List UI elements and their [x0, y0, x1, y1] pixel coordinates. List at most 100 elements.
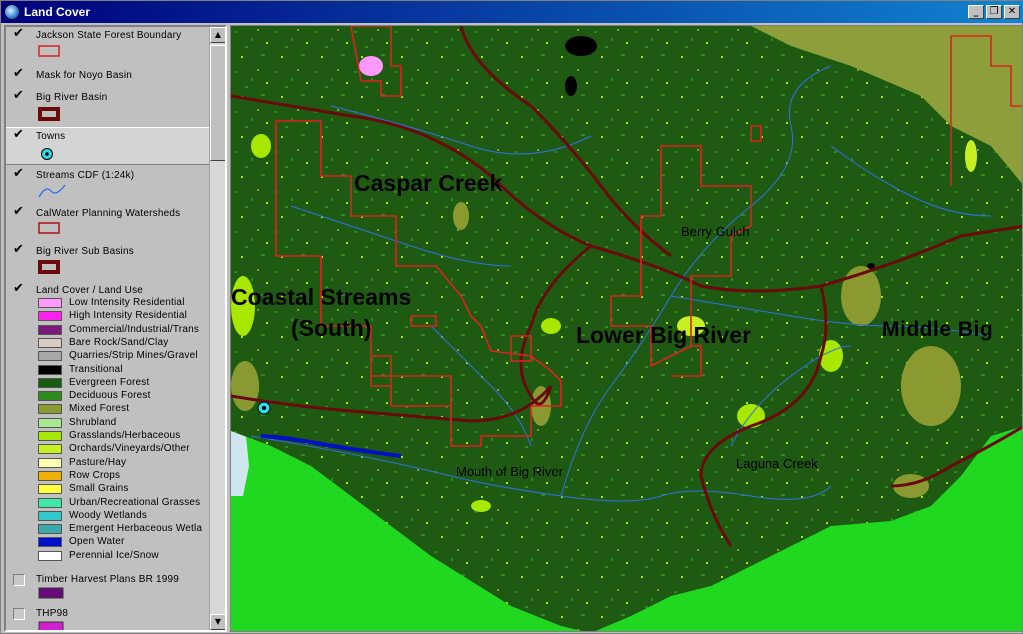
legend-swatch [38, 337, 62, 348]
legend-item: Low Intensity Residential [38, 297, 211, 309]
layer-checkbox[interactable] [13, 281, 26, 297]
layer-land-cover[interactable]: Land Cover / Land Use Low Intensity Resi… [6, 281, 211, 562]
map-view[interactable]: Caspar Creek Coastal Streams (South) Low… [230, 25, 1023, 632]
legend-item: Orchards/Vineyards/Other [38, 443, 211, 455]
scroll-down-arrow-icon[interactable]: ▼ [210, 614, 225, 630]
legend-swatch [38, 364, 62, 375]
layer-name: Big River Basin [36, 92, 108, 103]
globe-icon [4, 4, 20, 20]
layer-checkbox[interactable] [13, 88, 26, 104]
layer-name: Streams CDF (1:24k) [36, 170, 135, 181]
label-mouth-big-river: Mouth of Big River [456, 464, 563, 479]
legend-item: Row Crops [38, 470, 211, 482]
legend-swatch [38, 351, 62, 362]
layer-name: Big River Sub Basins [36, 246, 134, 257]
layer-list: Jackson State Forest Boundary Mask for N… [6, 27, 211, 630]
minimize-button[interactable]: _ [968, 5, 984, 19]
layer-sub-basins[interactable]: Big River Sub Basins [6, 242, 211, 279]
layer-checkbox[interactable] [13, 204, 26, 220]
sub-basin-symbol [38, 260, 60, 274]
layer-name: Mask for Noyo Basin [36, 70, 133, 81]
legend-swatch [38, 484, 62, 495]
legend-swatch [38, 510, 62, 521]
layer-name: Towns [36, 131, 66, 142]
layer-checkbox[interactable] [13, 574, 25, 586]
legend-item: Bare Rock/Sand/Clay [38, 337, 211, 349]
layer-towns[interactable]: Towns [6, 127, 211, 165]
town-marker-icon [41, 148, 53, 160]
legend-label: High Intensity Residential [69, 310, 188, 322]
legend-item: Transitional [38, 364, 211, 376]
label-berry-gulch: Berry Gulch [681, 224, 750, 239]
legend-item: Perennial Ice/Snow [38, 550, 211, 562]
legend-item: Small Grains [38, 483, 211, 495]
legend-item: Quarries/Strip Mines/Gravel [38, 350, 211, 362]
legend-item: Shrubland [38, 417, 211, 429]
layer-checkbox[interactable] [13, 27, 26, 42]
legend-label: Urban/Recreational Grasses [69, 496, 201, 508]
layer-big-river-basin[interactable]: Big River Basin [6, 88, 211, 125]
legend-swatch [38, 444, 62, 455]
layer-calwater[interactable]: CalWater Planning Watersheds [6, 204, 211, 241]
legend-item: Grasslands/Herbaceous [38, 430, 211, 442]
layer-name: CalWater Planning Watersheds [36, 208, 181, 219]
legend-label: Transitional [69, 363, 123, 375]
scroll-thumb[interactable] [210, 45, 225, 161]
layer-name: Timber Harvest Plans BR 1999 [36, 574, 180, 585]
legend-label: Open Water [69, 536, 125, 548]
stream-line-symbol [38, 184, 66, 198]
layer-checkbox[interactable] [13, 127, 26, 143]
legend-item: Pasture/Hay [38, 457, 211, 469]
legend-swatch [38, 404, 62, 415]
layer-streams[interactable]: Streams CDF (1:24k) [6, 166, 211, 203]
close-button[interactable]: ✕ [1004, 5, 1020, 19]
legend-item: High Intensity Residential [38, 310, 211, 322]
legend-label: Orchards/Vineyards/Other [69, 443, 190, 455]
title-bar[interactable]: Land Cover _ ❐ ✕ [1, 1, 1023, 23]
legend-swatch [38, 431, 62, 441]
layer-name: Land Cover / Land Use [36, 285, 144, 296]
label-caspar-creek: Caspar Creek [354, 170, 503, 196]
legend-label: Mixed Forest [69, 403, 130, 415]
legend-swatch [38, 550, 62, 561]
town-marker-icon[interactable] [257, 401, 271, 415]
table-of-contents: Jackson State Forest Boundary Mask for N… [4, 25, 227, 632]
window-title: Land Cover [24, 5, 91, 19]
label-middle-big: Middle Big [882, 318, 994, 341]
layer-checkbox[interactable] [13, 608, 25, 620]
legend-item: Urban/Recreational Grasses [38, 497, 211, 509]
legend-swatch [38, 377, 62, 388]
boundary-symbol [38, 45, 60, 57]
legend-swatch [38, 311, 62, 322]
harvest-symbol [38, 587, 64, 599]
legend-swatch [38, 417, 62, 428]
thp98-symbol [38, 621, 64, 630]
restore-button[interactable]: ❐ [986, 5, 1002, 19]
legend-swatch [38, 497, 62, 508]
legend-swatch [38, 457, 62, 468]
watershed-symbol [38, 222, 60, 234]
layer-checkbox[interactable] [13, 166, 26, 182]
legend-label: Emergent Herbaceous Wetla [69, 523, 203, 535]
layer-timber-harvest[interactable]: Timber Harvest Plans BR 1999 [6, 571, 211, 601]
layer-mask-noyo[interactable]: Mask for Noyo Basin [6, 66, 211, 89]
vertical-scrollbar[interactable]: ▲ ▼ [209, 27, 225, 630]
legend-label: Pasture/Hay [69, 456, 127, 468]
legend-label: Evergreen Forest [69, 376, 150, 388]
legend-item: Mixed Forest [38, 403, 211, 415]
legend-swatch [38, 298, 62, 308]
scroll-up-arrow-icon[interactable]: ▲ [210, 27, 225, 43]
layer-name: THP98 [36, 608, 69, 619]
legend-label: Grasslands/Herbaceous [69, 430, 181, 441]
legend-swatch [38, 537, 62, 548]
layer-checkbox[interactable] [13, 66, 26, 82]
legend-label: Commercial/Industrial/Trans [69, 323, 200, 335]
legend-swatch [38, 470, 62, 481]
legend-item: Woody Wetlands [38, 510, 211, 522]
legend-label: Woody Wetlands [69, 509, 148, 521]
legend-item: Commercial/Industrial/Trans [38, 324, 211, 336]
layer-thp98[interactable]: THP98 [6, 605, 211, 630]
label-coastal-streams: Coastal Streams [231, 284, 412, 310]
legend-label: Row Crops [69, 469, 121, 481]
layer-checkbox[interactable] [13, 242, 26, 258]
